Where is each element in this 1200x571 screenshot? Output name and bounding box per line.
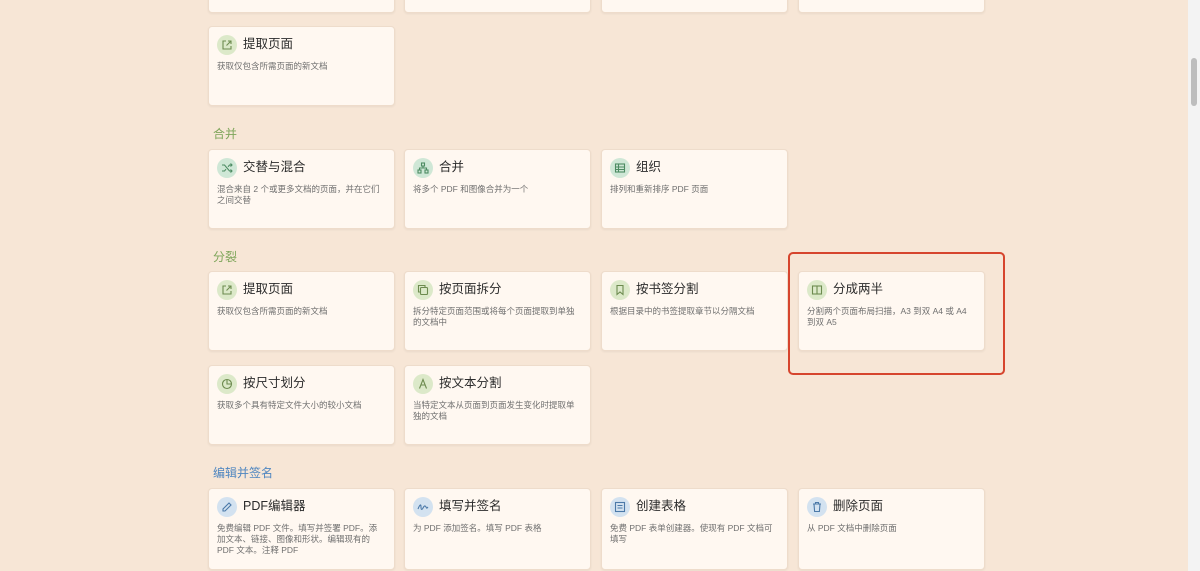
card-description: 获取多个具有特定文件大小的较小文档 (217, 400, 362, 410)
card-description: 根据目录中的书签提取章节以分隔文档 (610, 306, 755, 316)
organize-icon (610, 158, 630, 178)
card-description: 获取仅包含所需页面的新文档 (217, 306, 328, 316)
copy-icon (413, 280, 433, 300)
card-title: 合并 (439, 160, 465, 174)
card-title: 按文本分割 (439, 376, 502, 390)
tool-card-extract-pages[interactable]: 提取页面 获取仅包含所需页面的新文档 (208, 271, 395, 351)
signature-icon (413, 497, 433, 517)
tool-card-delete-pages[interactable]: 删除页面 从 PDF 文档中删除页面 (798, 488, 985, 570)
bookmark-icon (610, 280, 630, 300)
card-title: 删除页面 (833, 499, 884, 513)
external-link-icon (217, 280, 237, 300)
card-title: 提取页面 (243, 37, 294, 51)
pencil-icon (217, 497, 237, 517)
external-link-icon (217, 35, 237, 55)
tool-card-pdf-editor[interactable]: PDF编辑器 免费编辑 PDF 文件。填写并签署 PDF。添加文本、链接、图像和… (208, 488, 395, 570)
highlight-box (788, 252, 1005, 375)
scrollbar-thumb[interactable] (1191, 58, 1197, 106)
card-title: 组织 (636, 160, 662, 174)
card-description: 排列和重新排序 PDF 页面 (610, 184, 709, 194)
card-title: 填写并签名 (439, 499, 502, 513)
card-description: 获取仅包含所需页面的新文档 (217, 61, 328, 71)
tool-card-split-by-pages[interactable]: 按页面拆分 拆分特定页面范围或将每个页面提取到单独的文档中 (404, 271, 591, 351)
tool-card-alternate-mix[interactable]: 交替与混合 混合来自 2 个或更多文档的页面，并在它们之间交替 (208, 149, 395, 229)
tool-card-create-form[interactable]: 创建表格 免费 PDF 表单创建器。使现有 PDF 文档可填写 (601, 488, 788, 570)
card-title: 交替与混合 (243, 160, 306, 174)
card-description: 拆分特定页面范围或将每个页面提取到单独的文档中 (413, 306, 575, 327)
merge-icon (413, 158, 433, 178)
tool-card-split-by-size[interactable]: 按尺寸划分 获取多个具有特定文件大小的较小文档 (208, 365, 395, 445)
tool-card-partial-3[interactable] (601, 0, 788, 13)
card-description: 将多个 PDF 和图像合并为一个 (413, 184, 529, 194)
card-title: 按尺寸划分 (243, 376, 306, 390)
tool-card-extract-pages-top[interactable]: 提取页面 获取仅包含所需页面的新文档 (208, 26, 395, 106)
card-description: 当特定文本从页面到页面发生变化时提取单独的文档 (413, 400, 575, 421)
card-title: 创建表格 (636, 499, 687, 513)
trash-icon (807, 497, 827, 517)
tool-card-partial-1[interactable] (208, 0, 395, 13)
tool-card-split-by-bookmarks[interactable]: 按书签分割 根据目录中的书签提取章节以分隔文档 (601, 271, 788, 351)
card-title: PDF编辑器 (243, 499, 306, 513)
tool-card-split-by-text[interactable]: 按文本分割 当特定文本从页面到页面发生变化时提取单独的文档 (404, 365, 591, 445)
scrollbar[interactable] (1188, 0, 1200, 571)
section-heading-split: 分裂 (213, 250, 238, 264)
card-description: 从 PDF 文档中删除页面 (807, 523, 897, 533)
card-description: 为 PDF 添加签名。填写 PDF 表格 (413, 523, 542, 533)
section-heading-edit-sign: 编辑并签名 (213, 466, 274, 480)
section-heading-merge: 合并 (213, 127, 238, 141)
pie-icon (217, 374, 237, 394)
card-title: 提取页面 (243, 282, 294, 296)
card-title: 按书签分割 (636, 282, 699, 296)
tool-card-partial-4[interactable] (798, 0, 985, 13)
tool-card-merge[interactable]: 合并 将多个 PDF 和图像合并为一个 (404, 149, 591, 229)
tool-card-partial-2[interactable] (404, 0, 591, 13)
card-description: 混合来自 2 个或更多文档的页面，并在它们之间交替 (217, 184, 380, 205)
tool-card-organize[interactable]: 组织 排列和重新排序 PDF 页面 (601, 149, 788, 229)
shuffle-icon (217, 158, 237, 178)
card-title: 按页面拆分 (439, 282, 502, 296)
card-description: 免费 PDF 表单创建器。使现有 PDF 文档可填写 (610, 523, 773, 544)
card-description: 免费编辑 PDF 文件。填写并签署 PDF。添加文本、链接、图像和形状。编辑现有… (217, 523, 378, 555)
text-icon (413, 374, 433, 394)
tool-card-fill-sign[interactable]: 填写并签名 为 PDF 添加签名。填写 PDF 表格 (404, 488, 591, 570)
form-icon (610, 497, 630, 517)
